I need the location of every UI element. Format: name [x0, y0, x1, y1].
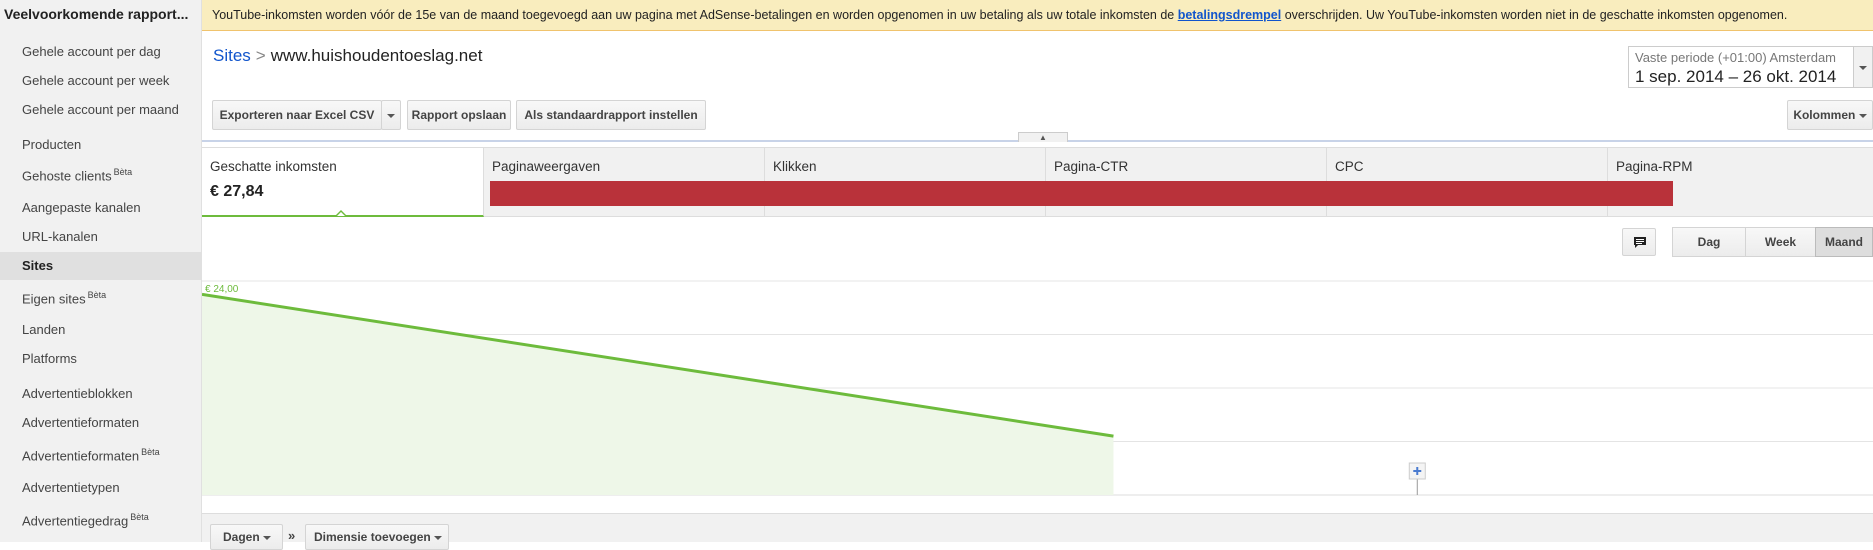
sidebar-item-label: Producten	[22, 137, 82, 152]
metric-value: € 27,84	[210, 183, 264, 200]
granularity-label: Dag	[1697, 235, 1721, 249]
export-csv-label: Exporteren naar Excel CSV	[219, 108, 375, 122]
sidebar-item-advertentietypen[interactable]: Advertentietypen	[22, 480, 120, 495]
sidebar-item-label: Gehele account per week	[22, 73, 170, 88]
metric-label: Pagina-CTR	[1054, 159, 1129, 174]
granularity-label: Maand	[1824, 235, 1863, 249]
save-report-button[interactable]: Rapport opslaan	[407, 100, 511, 130]
breadcrumb: Sites > www.huishoudentoeslag.net	[213, 46, 482, 66]
metric-label: Paginaweergaven	[492, 159, 601, 174]
metric-label: Geschatte inkomsten	[210, 159, 337, 174]
sidebar-item-gehele-account-per-maand[interactable]: Gehele account per maand	[22, 102, 179, 117]
collapse-chevron-up-icon[interactable]: ▲	[1018, 132, 1068, 142]
breadcrumb-separator: >	[255, 46, 266, 65]
earnings-chart: € 6,00€ 12,00€ 18,00€ 24,008 september15…	[202, 280, 1873, 496]
sidebar-item-gehoste-clients[interactable]: Gehoste clients Bèta	[22, 167, 132, 183]
sidebar-item-url-kanalen[interactable]: URL-kanalen	[22, 229, 98, 244]
granularity-maand-button[interactable]: Maand	[1815, 227, 1873, 257]
y-tick-label: € 24,00	[205, 284, 239, 295]
sidebar-item-label: Eigen sites	[22, 291, 86, 307]
set-default-report-button[interactable]: Als standaardrapport instellen	[516, 100, 706, 130]
sidebar-item-label: URL-kanalen	[22, 229, 98, 244]
redaction-bar	[490, 181, 1673, 206]
metric-label: Klikken	[773, 159, 817, 174]
beta-badge: Bèta	[87, 290, 107, 300]
sidebar-item-label: Advertentiegedrag	[22, 513, 129, 529]
columns-button[interactable]: Kolommen	[1787, 100, 1873, 130]
date-range-dropdown-icon[interactable]	[1854, 46, 1873, 88]
sidebar-item-label: Platforms	[22, 351, 77, 366]
sidebar-item-landen[interactable]: Landen	[22, 322, 65, 337]
dimension-separator: »	[288, 528, 296, 543]
sidebar-item-advertentieformaten[interactable]: Advertentieformaten	[22, 415, 139, 430]
beta-badge: Bèta	[130, 512, 149, 522]
sidebar-item-gehele-account-per-week[interactable]: Gehele account per week	[22, 73, 169, 88]
set-default-report-label: Als standaardrapport instellen	[524, 108, 698, 122]
sidebar-item-label: Gehele account per dag	[22, 44, 161, 59]
sidebar-item-label: Advertentieformaten	[22, 415, 140, 430]
metric-label: Pagina-RPM	[1616, 159, 1693, 174]
sidebar-item-advertentieformaten-beta[interactable]: Advertentieformaten Bèta	[22, 447, 160, 463]
earnings-area	[202, 294, 1114, 495]
comment-icon	[1634, 237, 1646, 248]
sidebar-item-label: Gehele account per maand	[22, 102, 179, 117]
sidebar-item-label: Landen	[22, 322, 66, 337]
chevron-down-icon	[434, 535, 443, 540]
dimension-bar: Dagen » Dimensie toevoegen	[202, 513, 1873, 550]
dimension-dagen-button[interactable]: Dagen	[210, 524, 283, 550]
columns-label: Kolommen	[1793, 108, 1856, 122]
granularity-label: Week	[1764, 235, 1797, 249]
breadcrumb-sites-link[interactable]: Sites	[213, 46, 251, 65]
sidebar-item-label: Sites	[22, 258, 54, 273]
sidebar-item-label: Aangepaste kanalen	[22, 200, 141, 215]
chevron-down-icon	[1858, 113, 1867, 118]
beta-badge: Bèta	[141, 447, 160, 457]
sidebar-item-gehele-account-per-dag[interactable]: Gehele account per dag	[22, 44, 161, 59]
notice-text-before: YouTube-inkomsten worden vóór de 15e van…	[212, 8, 1175, 22]
sidebar-item-label: Advertentieformaten	[22, 448, 140, 464]
sidebar-item-eigen-sites[interactable]: Eigen sites Bèta	[22, 290, 106, 306]
sidebar-item-sites[interactable]: Sites	[22, 258, 53, 273]
sidebar-item-label: Gehoste clients	[22, 168, 112, 184]
sidebar-item-platforms[interactable]: Platforms	[22, 351, 77, 366]
metric-tab-geschatte-inkomsten[interactable]: Geschatte inkomsten € 27,84	[202, 148, 484, 217]
date-range-label: Vaste periode (+01:00) Amsterdam	[1635, 50, 1837, 65]
export-options-dropdown[interactable]	[381, 100, 401, 130]
date-range-picker[interactable]: Vaste periode (+01:00) Amsterdam 1 sep. …	[1628, 46, 1854, 88]
granularity-week-button[interactable]: Week	[1745, 227, 1816, 257]
add-dimension-button[interactable]: Dimensie toevoegen	[305, 524, 449, 550]
sidebar-item-producten[interactable]: Producten	[22, 137, 81, 152]
report-sidebar: Veelvoorkomende rapport... Gehele accoun…	[0, 0, 202, 542]
sidebar-item-advertentieblokken[interactable]: Advertentieblokken	[22, 386, 133, 401]
sidebar-item-label: Advertentieblokken	[22, 386, 133, 401]
youtube-notice-banner: YouTube-inkomsten worden vóór de 15e van…	[202, 0, 1873, 31]
chevron-down-icon	[263, 535, 272, 540]
betalingsdrempel-link[interactable]: betalingsdrempel	[1178, 8, 1282, 22]
granularity-dag-button[interactable]: Dag	[1672, 227, 1746, 257]
sidebar-item-advertentiegedrag[interactable]: Advertentiegedrag Bèta	[22, 512, 149, 528]
annotation-button[interactable]	[1622, 228, 1656, 256]
chevron-down-icon	[387, 113, 395, 118]
sidebar-title: Veelvoorkomende rapport...	[4, 6, 189, 22]
export-csv-button[interactable]: Exporteren naar Excel CSV	[212, 100, 382, 130]
date-range-value: 1 sep. 2014 – 26 okt. 2014	[1635, 67, 1837, 86]
metric-label: CPC	[1335, 159, 1364, 174]
selected-indicator-icon	[335, 210, 347, 216]
save-report-label: Rapport opslaan	[411, 108, 507, 122]
sidebar-item-label: Advertentietypen	[22, 480, 120, 495]
breadcrumb-current: www.huishoudentoeslag.net	[270, 46, 483, 65]
notice-text-after: overschrijden. Uw YouTube-inkomsten word…	[1284, 8, 1788, 22]
sidebar-item-aangepaste-kanalen[interactable]: Aangepaste kanalen	[22, 200, 141, 215]
beta-badge: Bèta	[113, 167, 133, 177]
